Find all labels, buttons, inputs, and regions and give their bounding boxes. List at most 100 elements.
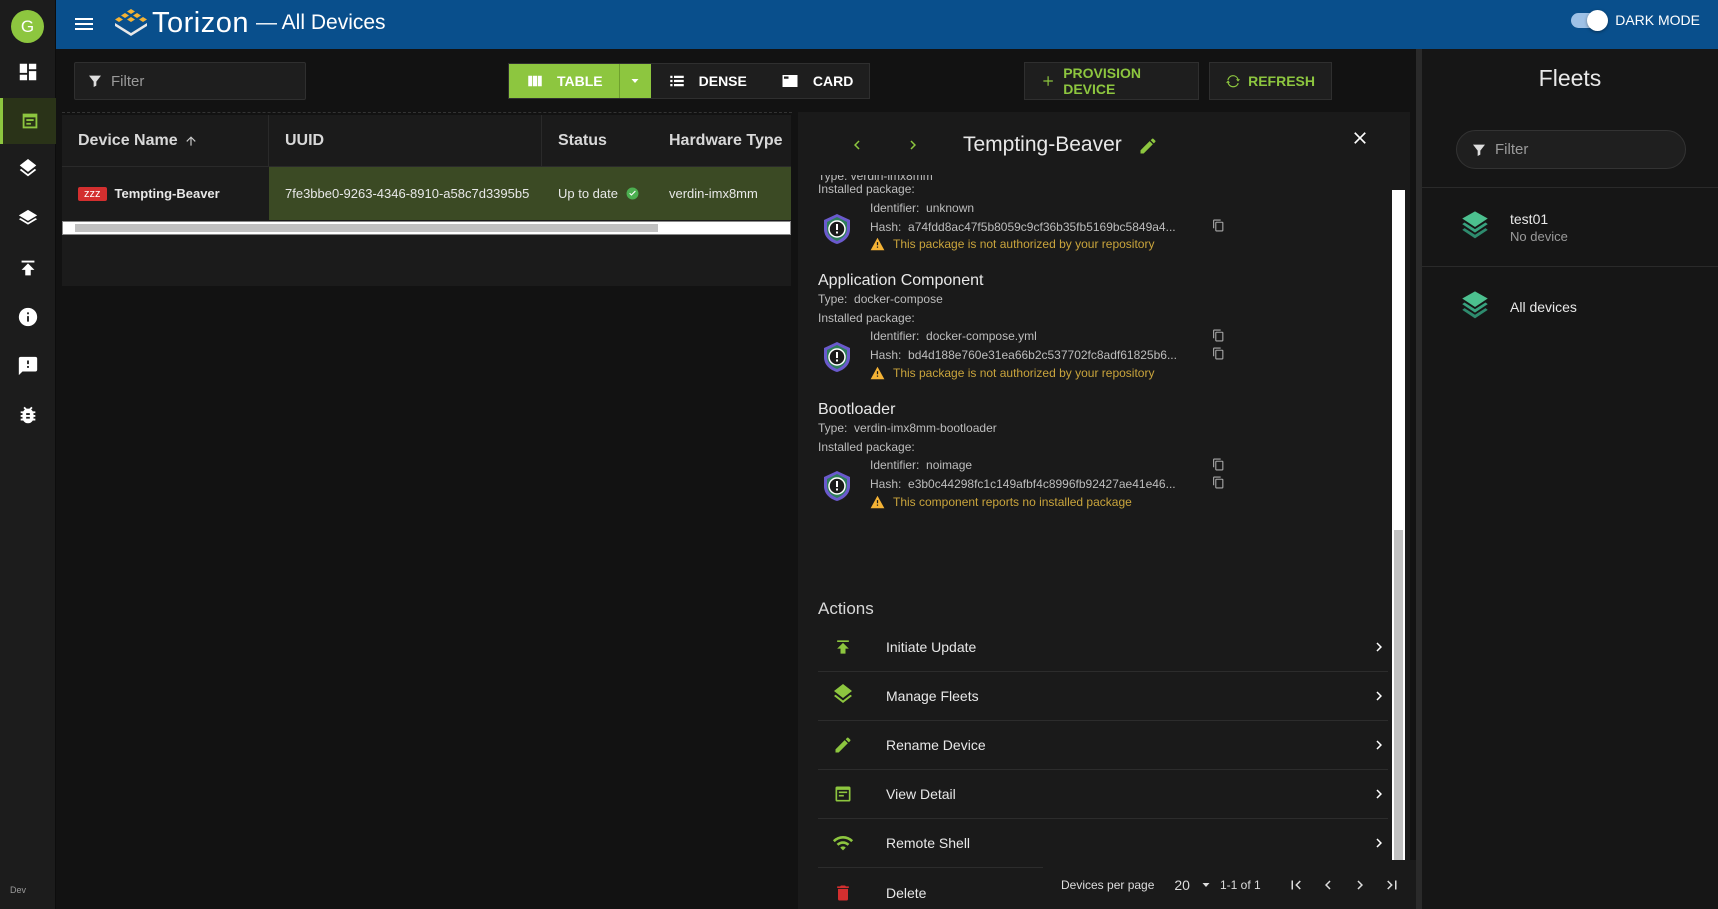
- previous-page-icon[interactable]: [1319, 876, 1337, 894]
- rename-device-action[interactable]: Rename Device: [818, 721, 1388, 770]
- identifier-row: Identifier: unknown: [870, 201, 974, 215]
- user-avatar[interactable]: G: [11, 10, 44, 43]
- filter-placeholder: Filter: [1495, 141, 1529, 158]
- copy-hash-icon[interactable]: [1212, 476, 1225, 489]
- sort-ascending-icon[interactable]: [184, 134, 198, 148]
- copy-hash-icon[interactable]: [1212, 219, 1225, 232]
- chevron-right-icon: [1376, 691, 1382, 701]
- view-detail-action[interactable]: View Detail: [818, 770, 1388, 819]
- page-range: 1-1 of 1: [1219, 877, 1261, 892]
- action-label: Initiate Update: [886, 639, 977, 655]
- view-toggle-group: TABLE DENSE CARD: [508, 63, 871, 99]
- column-header-hardware-type[interactable]: Hardware Type: [653, 115, 791, 167]
- column-header-device-name[interactable]: Device Name: [62, 114, 269, 167]
- dark-mode-switch[interactable]: [1571, 9, 1609, 31]
- hash-row: Hash: e3b0c44298fc1c149afbf4c8996fb92427…: [870, 477, 1176, 491]
- fleet-item-all-devices[interactable]: All devices: [1422, 267, 1718, 347]
- copy-identifier-icon[interactable]: [1212, 329, 1225, 342]
- card-view-label: CARD: [812, 73, 854, 89]
- trash-icon: [837, 885, 849, 900]
- table-header-row: Device Name UUID Status Hardware Type: [62, 114, 791, 167]
- device-filter-input[interactable]: Filter: [74, 62, 306, 100]
- dense-view-label: DENSE: [698, 73, 747, 89]
- table-view-label: TABLE: [557, 73, 603, 89]
- warning-text: This component reports no installed pack…: [893, 495, 1132, 509]
- dark-mode-label: DARK MODE: [1615, 12, 1700, 28]
- last-page-icon[interactable]: [1383, 876, 1401, 894]
- chevron-down-icon: [1202, 882, 1210, 887]
- provision-device-label: PROVISION DEVICE: [1063, 65, 1141, 97]
- plus-icon: [1043, 76, 1053, 86]
- chevron-right-icon: [1376, 838, 1382, 848]
- info-icon[interactable]: [0, 294, 56, 340]
- table-view-icon: [528, 75, 542, 87]
- chevron-right-icon: [1376, 789, 1382, 799]
- menu-icon[interactable]: [72, 12, 96, 36]
- package-warning: This package is not authorized by your r…: [870, 366, 1154, 380]
- previous-device-icon[interactable]: [848, 136, 866, 154]
- device-name: Tempting-Beaver: [114, 186, 220, 201]
- dashboard-icon[interactable]: [0, 49, 56, 95]
- scrollbar-thumb[interactable]: [1394, 530, 1403, 885]
- wifi-icon: [832, 836, 854, 851]
- fleets-icon[interactable]: [0, 147, 56, 193]
- check-circle-icon: [626, 187, 639, 200]
- action-label: View Detail: [886, 786, 956, 802]
- column-header-label: Device Name: [78, 131, 178, 149]
- torizon-logo[interactable]: Torizon: [114, 6, 249, 40]
- copy-hash-icon[interactable]: [1212, 347, 1225, 360]
- devices-icon[interactable]: [0, 98, 56, 144]
- next-device-icon[interactable]: [904, 136, 922, 154]
- pagination-bar: Devices per page 20 1-1 of 1: [1043, 860, 1416, 909]
- identifier-label: Identifier:: [870, 458, 920, 472]
- fleet-item-test01[interactable]: test01 No device: [1422, 187, 1718, 267]
- copy-identifier-icon[interactable]: [1212, 458, 1225, 471]
- fleet-name: All devices: [1510, 299, 1577, 315]
- card-view-button[interactable]: CARD: [763, 64, 869, 98]
- dark-mode-toggle[interactable]: DARK MODE: [1571, 9, 1700, 31]
- hash-value: bd4d188e760e31ea66b2c537702fc8adf61825b6…: [908, 348, 1177, 362]
- fleet-filter-input[interactable]: Filter: [1456, 130, 1686, 169]
- hash-row: Hash: a74fdd8ac47f5b8059c9cf36b35fb5169b…: [870, 220, 1176, 234]
- column-header-status[interactable]: Status: [542, 115, 653, 167]
- table-view-button[interactable]: TABLE: [509, 64, 619, 98]
- component-title: Application Component: [818, 272, 984, 289]
- nav-rail: G Dev: [0, 0, 56, 909]
- edit-name-icon[interactable]: [1138, 136, 1158, 156]
- provision-device-button[interactable]: PROVISION DEVICE: [1024, 62, 1199, 100]
- column-header-uuid[interactable]: UUID: [269, 114, 542, 167]
- table-horizontal-scrollbar[interactable]: [62, 221, 791, 235]
- refresh-icon: [1226, 75, 1241, 88]
- bug-icon[interactable]: [0, 392, 56, 438]
- chevron-right-icon: [1376, 740, 1382, 750]
- warning-text: This package is not authorized by your r…: [893, 237, 1155, 251]
- refresh-button[interactable]: REFRESH: [1209, 62, 1332, 100]
- table-row[interactable]: zzz Tempting-Beaver 7fe3bbe0-9263-4346-8…: [62, 167, 791, 220]
- device-name-cell[interactable]: zzz Tempting-Beaver: [62, 167, 269, 220]
- fleet-device-count: No device: [1510, 228, 1568, 244]
- hash-label: Hash:: [870, 348, 902, 362]
- manage-fleets-action[interactable]: Manage Fleets: [818, 672, 1388, 721]
- scrollbar-thumb[interactable]: [75, 224, 658, 232]
- first-page-icon[interactable]: [1287, 876, 1305, 894]
- updates-icon[interactable]: [0, 245, 56, 291]
- packages-icon[interactable]: [0, 196, 56, 242]
- package-warning: This package is not authorized by your r…: [870, 237, 1154, 251]
- detail-scrollbar[interactable]: [1392, 190, 1405, 890]
- close-icon[interactable]: [1350, 128, 1370, 148]
- table-view-dropdown[interactable]: [618, 64, 651, 98]
- chevron-down-icon: [631, 79, 639, 83]
- type-value: docker-compose: [854, 292, 943, 306]
- component-warning: This component reports no installed pack…: [870, 495, 1132, 509]
- hash-value: e3b0c44298fc1c149afbf4c8996fb92427ae41e4…: [908, 477, 1176, 491]
- warning-text: This package is not authorized by your r…: [893, 366, 1155, 380]
- torizon-logo-icon: [115, 9, 147, 36]
- initiate-update-action[interactable]: Initiate Update: [818, 623, 1388, 672]
- feedback-icon[interactable]: [0, 343, 56, 389]
- dense-view-button[interactable]: DENSE: [651, 64, 763, 98]
- rows-per-page-select[interactable]: 20: [1174, 877, 1212, 893]
- component-title: Bootloader: [818, 401, 896, 418]
- next-page-icon[interactable]: [1351, 876, 1369, 894]
- unverified-shield-icon: [820, 340, 854, 374]
- hardware-type-cell: verdin-imx8mm: [669, 186, 758, 201]
